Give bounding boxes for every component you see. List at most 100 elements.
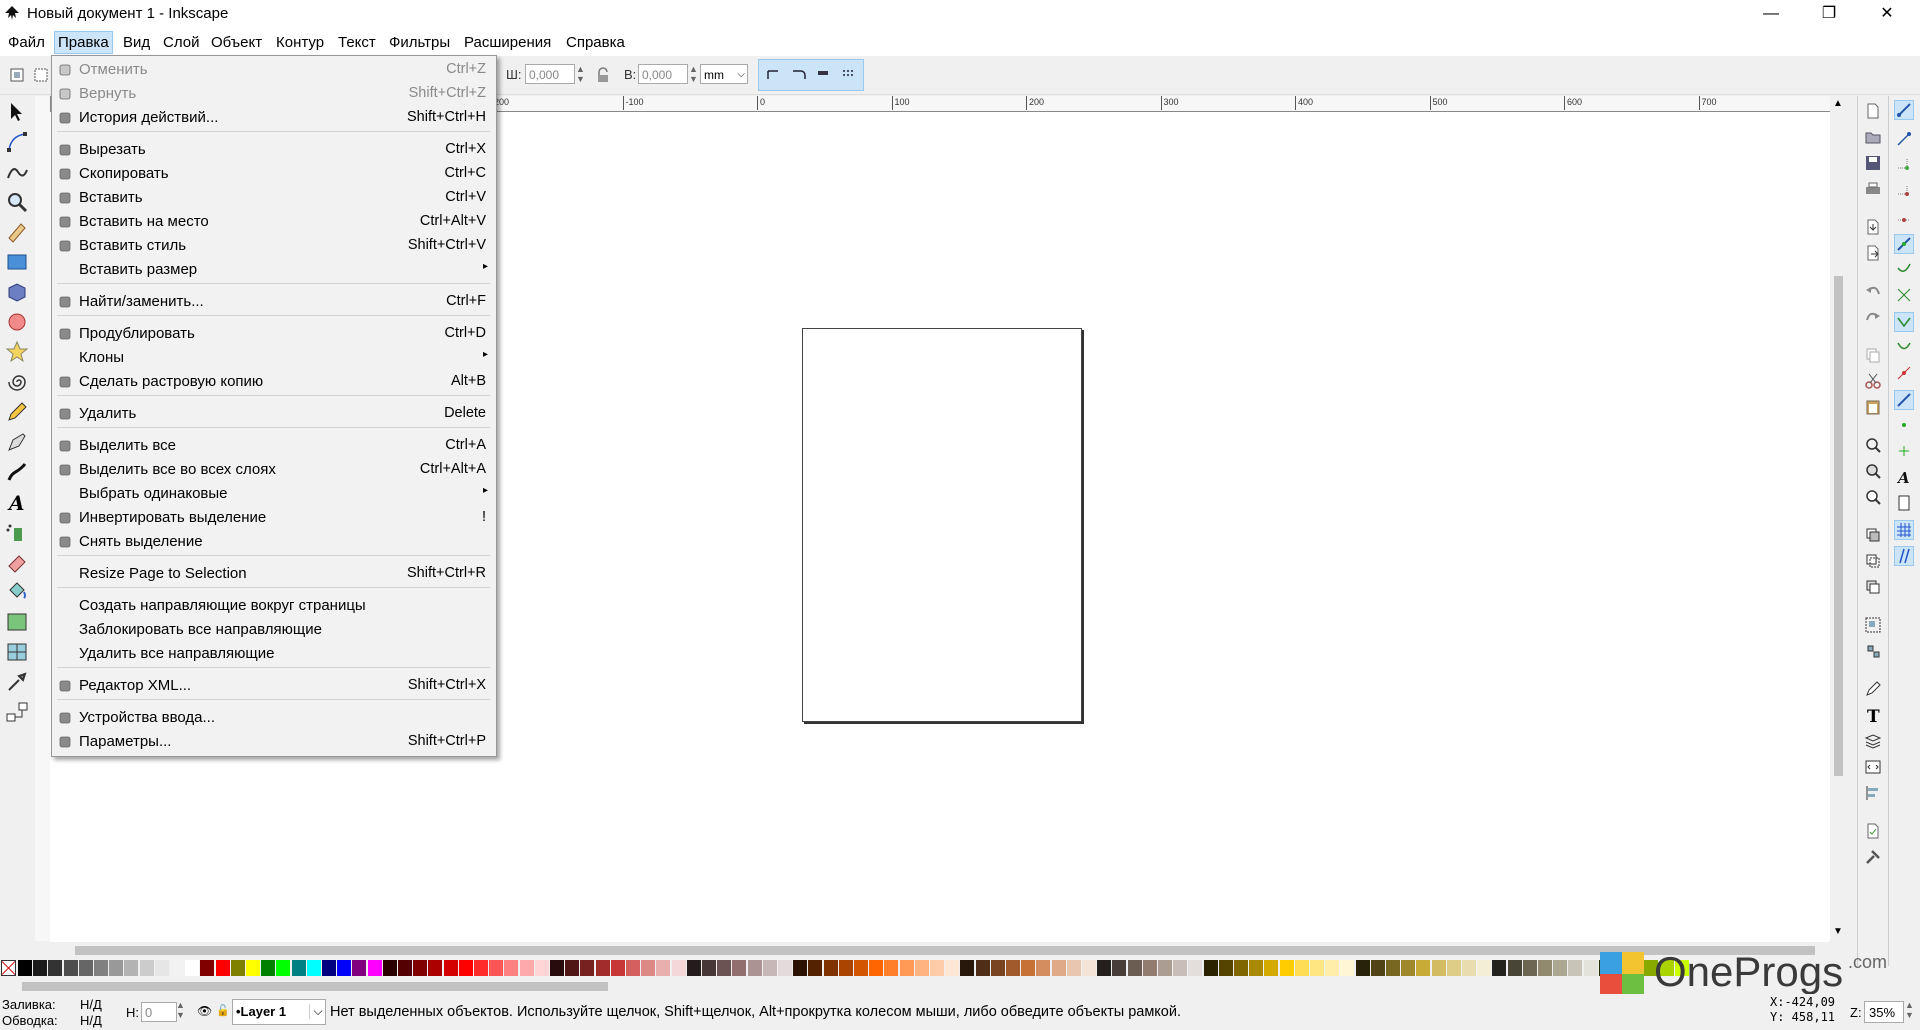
edit-menu-item[interactable]: Вставить на место Ctrl+Alt+V	[52, 210, 496, 234]
color-swatch[interactable]	[1264, 960, 1279, 976]
color-swatch[interactable]	[1036, 960, 1051, 976]
pen-tool-icon[interactable]	[5, 430, 29, 454]
color-swatch[interactable]	[352, 960, 367, 976]
color-swatch[interactable]	[1051, 960, 1066, 976]
color-swatch[interactable]	[1294, 960, 1309, 976]
unit-select[interactable]: mm ⌵	[700, 64, 748, 84]
color-swatch[interactable]	[1006, 960, 1020, 976]
color-swatch[interactable]	[1021, 960, 1036, 976]
snap-paths-icon[interactable]	[1895, 260, 1913, 278]
layer-select[interactable]: •Layer 1 ⌵	[232, 999, 326, 1025]
eraser-tool-icon[interactable]	[5, 550, 29, 574]
color-swatch[interactable]	[474, 960, 488, 976]
color-swatch[interactable]	[382, 960, 397, 976]
connector-tool-icon[interactable]	[5, 700, 29, 724]
move-pattern-icon[interactable]	[839, 65, 859, 85]
color-swatch[interactable]	[63, 960, 78, 976]
edit-menu-item[interactable]: Найти/заменить... Ctrl+F	[52, 290, 496, 314]
xml-editor-icon[interactable]	[1864, 758, 1882, 776]
color-swatch[interactable]	[1249, 960, 1264, 976]
edit-menu-item[interactable]: Выделить все во всех слоях Ctrl+Alt+A	[52, 458, 496, 482]
snap-intersections-icon[interactable]	[1895, 286, 1913, 304]
opacity-stepper[interactable]: ▲ ▼	[176, 1000, 185, 1020]
color-swatch[interactable]	[1082, 960, 1096, 976]
move-gradient-icon[interactable]	[814, 65, 834, 85]
color-swatch[interactable]	[322, 960, 336, 976]
width-input[interactable]: 0,000	[525, 64, 575, 84]
edit-menu-item[interactable]: Выделить все Ctrl+A	[52, 434, 496, 458]
zoom-tool-icon[interactable]	[5, 190, 29, 214]
star-tool-icon[interactable]	[5, 340, 29, 364]
spiral-tool-icon[interactable]	[5, 370, 29, 394]
snap-bbox-corners-icon[interactable]	[1895, 182, 1913, 200]
menu-edit[interactable]: Правка	[54, 31, 113, 54]
save-icon[interactable]	[1864, 154, 1882, 172]
color-swatch[interactable]	[960, 960, 975, 976]
color-swatch[interactable]	[884, 960, 899, 976]
mesh-tool-icon[interactable]	[5, 640, 29, 664]
zoom-drawing-icon[interactable]	[1864, 462, 1882, 480]
color-swatch[interactable]	[1507, 960, 1522, 976]
color-swatch[interactable]	[139, 960, 154, 976]
color-swatch[interactable]	[702, 960, 716, 976]
color-swatch[interactable]	[18, 960, 32, 976]
color-swatch[interactable]	[443, 960, 458, 976]
unlink-clone-icon[interactable]	[1864, 578, 1882, 596]
selector-tool-icon[interactable]	[5, 100, 29, 124]
fill-stroke-icon[interactable]	[1864, 680, 1882, 698]
close-button[interactable]: ✕	[1864, 0, 1910, 28]
color-swatch[interactable]	[1188, 960, 1203, 976]
color-swatch[interactable]	[1218, 960, 1233, 976]
vertical-scroll-thumb[interactable]	[1834, 276, 1843, 776]
color-swatch[interactable]	[1127, 960, 1142, 976]
height-stepper[interactable]: ▲ ▼	[689, 64, 698, 84]
width-stepper[interactable]: ▲ ▼	[576, 64, 585, 84]
menu-text[interactable]: Текст	[335, 32, 379, 54]
edit-menu-item[interactable]: Создать направляющие вокруг страницы	[52, 594, 496, 618]
measure-tool-icon[interactable]	[5, 220, 29, 244]
scale-corners-icon[interactable]	[789, 65, 809, 85]
no-paint-swatch[interactable]	[1, 960, 16, 976]
color-swatch[interactable]	[1492, 960, 1507, 976]
vertical-ruler[interactable]	[35, 96, 51, 941]
color-swatch[interactable]	[656, 960, 671, 976]
color-swatch[interactable]	[154, 960, 169, 976]
color-swatch[interactable]	[1370, 960, 1385, 976]
edit-menu-item[interactable]: Устройства ввода...	[52, 706, 496, 730]
menu-layer[interactable]: Слой	[160, 32, 202, 54]
color-swatch[interactable]	[626, 960, 640, 976]
rectangle-tool-icon[interactable]	[5, 250, 29, 274]
color-swatch[interactable]	[1340, 960, 1355, 976]
edit-menu-item[interactable]: Параметры... Shift+Ctrl+P	[52, 730, 496, 754]
zoom-page-icon[interactable]	[1864, 488, 1882, 506]
export-icon[interactable]	[1864, 244, 1882, 262]
edit-menu-item[interactable]: Удалить все направляющие	[52, 642, 496, 666]
color-swatch[interactable]	[261, 960, 276, 976]
color-swatch[interactable]	[291, 960, 306, 976]
color-swatch[interactable]	[1234, 960, 1248, 976]
color-swatch[interactable]	[580, 960, 595, 976]
color-swatch[interactable]	[306, 960, 321, 976]
color-swatch[interactable]	[1538, 960, 1552, 976]
color-swatch[interactable]	[170, 960, 184, 976]
pencil-tool-icon[interactable]	[5, 400, 29, 424]
edit-menu-item[interactable]: Сделать растровую копию Alt+B	[52, 370, 496, 394]
color-swatch[interactable]	[732, 960, 747, 976]
color-swatch[interactable]	[869, 960, 884, 976]
color-swatch[interactable]	[686, 960, 701, 976]
color-swatch[interactable]	[747, 960, 762, 976]
color-swatch[interactable]	[534, 960, 549, 976]
new-document-icon[interactable]	[1864, 102, 1882, 120]
color-swatch[interactable]	[975, 960, 990, 976]
color-swatch[interactable]	[230, 960, 245, 976]
edit-menu-item[interactable]: Редактор XML... Shift+Ctrl+X	[52, 674, 496, 698]
color-swatch[interactable]	[489, 960, 504, 976]
vertical-scrollbar[interactable]: ▲ ▼	[1830, 96, 1847, 942]
color-swatch[interactable]	[276, 960, 291, 976]
document-page[interactable]	[802, 328, 1082, 722]
snap-text-baseline-icon[interactable]: A	[1895, 468, 1913, 487]
color-swatch[interactable]	[1583, 960, 1598, 976]
spray-tool-icon[interactable]	[5, 520, 29, 544]
color-swatch[interactable]	[519, 960, 534, 976]
edit-menu-item[interactable]: Снять выделение	[52, 530, 496, 554]
